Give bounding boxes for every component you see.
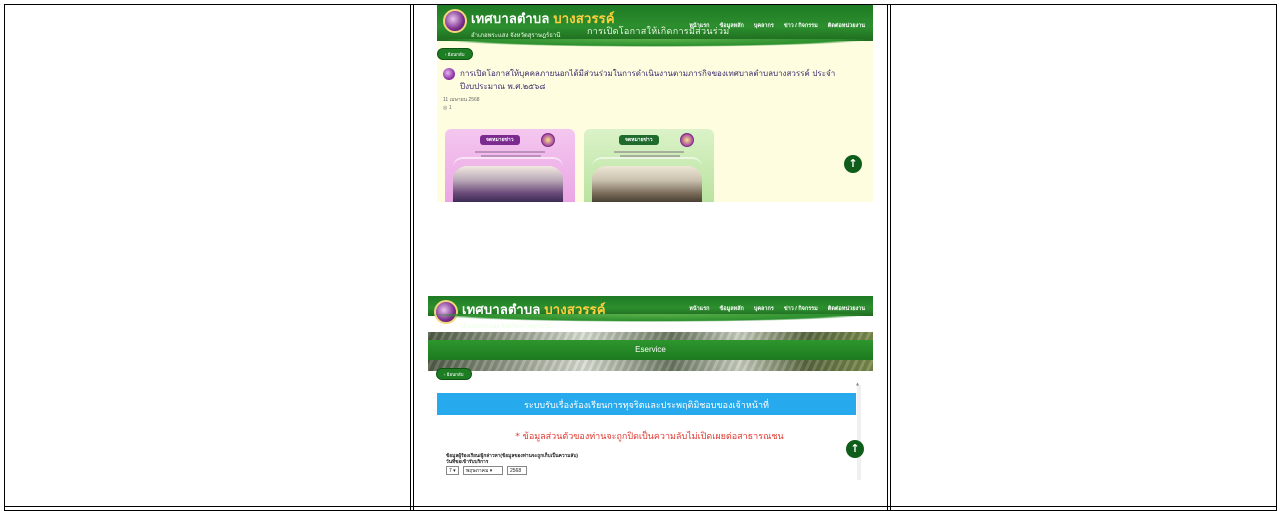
arrow-up-icon[interactable]: ↑	[844, 155, 862, 173]
newsletter-photo	[453, 166, 563, 202]
service-date-label: วันที่ขอเข้ารับบริการ	[446, 460, 489, 465]
section-title-bar: Eservice	[428, 340, 873, 360]
table-column-divider	[890, 5, 891, 510]
brand-highlight: บางสวรรค์	[544, 302, 606, 317]
newsletter-tag: จดหมายข่าว	[480, 135, 520, 145]
card-text-line	[614, 151, 684, 153]
site-header: เทศบาลตำบล บางสวรรค์ อำเภอพระแสง จังหวัด…	[437, 5, 873, 47]
table-column-divider	[887, 5, 888, 510]
nav-staff[interactable]: บุคลากร	[754, 305, 774, 313]
table-row-divider	[5, 506, 1276, 507]
site-brand[interactable]: เทศบาลตำบล บางสวรรค์ อำเภอพระแสง จังหวัด…	[462, 299, 606, 331]
screenshot-participation-page: เทศบาลตำบล บางสวรรค์ อำเภอพระแสง จังหวัด…	[437, 5, 873, 202]
table-column-divider	[413, 5, 414, 510]
table-column-divider	[410, 5, 411, 510]
brand-subtitle: อำเภอพระแสง จังหวัดสุราษฎร์ธานี	[462, 324, 552, 330]
main-nav: หน้าแรก ข้อมูลหลัก บุคลากร ข่าว / กิจกรร…	[689, 305, 865, 313]
back-button[interactable]: ‹ ย้อนกลับ	[436, 368, 472, 380]
article-entry[interactable]: การเปิดโอกาสให้บุคคลภายนอกได้มีส่วนร่วมใ…	[443, 67, 867, 111]
form-scrollbar[interactable]	[856, 381, 861, 480]
newsletter-photo	[592, 166, 702, 202]
brand-name: เทศบาลตำบล	[462, 302, 541, 317]
document-table: เทศบาลตำบล บางสวรรค์ อำเภอพระแสง จังหวัด…	[4, 4, 1277, 511]
municipality-logo[interactable]	[443, 9, 467, 33]
newsletter-card[interactable]: จดหมายข่าว	[445, 129, 575, 202]
article-view-count: ◎ 1	[443, 105, 452, 111]
seal-icon	[541, 133, 555, 147]
form-heading: ระบบรับเรื่องร้องเรียนการทุจริตและประพฤต…	[524, 401, 769, 411]
card-text-line	[475, 151, 545, 153]
year-input[interactable]: 2568	[507, 466, 527, 475]
newsletter-tag: จดหมายข่าว	[619, 135, 659, 145]
nav-contact[interactable]: ติดต่อหน่วยงาน	[828, 305, 865, 313]
nav-news[interactable]: ข่าว / กิจกรรม	[784, 22, 818, 30]
seal-icon	[680, 133, 694, 147]
nav-news[interactable]: ข่าว / กิจกรรม	[784, 305, 818, 313]
nav-staff[interactable]: บุคลากร	[754, 22, 774, 30]
day-select[interactable]: 7 ▾	[446, 466, 459, 475]
page-title: การเปิดโอกาสให้เกิดการมีส่วนร่วม	[587, 26, 730, 36]
nav-home[interactable]: หน้าแรก	[689, 305, 709, 313]
article-title[interactable]: การเปิดโอกาสให้บุคคลภายนอกได้มีส่วนร่วมใ…	[460, 67, 867, 93]
brand-name: เทศบาลตำบล	[471, 11, 550, 26]
article-bullet-icon	[443, 68, 455, 80]
day-value: 7	[449, 468, 452, 474]
municipality-logo[interactable]	[434, 300, 458, 324]
article-date: 11 เมษายน 2568	[443, 97, 480, 103]
arrow-up-icon[interactable]: ↑	[846, 440, 864, 458]
back-button[interactable]: ‹ ย้อนกลับ	[437, 48, 473, 60]
form-heading-bar: ระบบรับเรื่องร้องเรียนการทุจริตและประพฤต…	[437, 393, 856, 415]
privacy-note: * ข้อมูลส่วนตัวของท่านจะถูกปิดเป็นความลั…	[515, 432, 784, 442]
screenshot-eservice-page: เทศบาลตำบล บางสวรรค์ อำเภอพระแสง จังหวัด…	[428, 296, 873, 488]
month-value: พฤษภาคม	[466, 468, 489, 474]
month-select[interactable]: พฤษภาคม ▾	[463, 466, 503, 475]
site-header: เทศบาลตำบล บางสวรรค์ อำเภอพระแสง จังหวัด…	[428, 296, 873, 330]
newsletter-card[interactable]: จดหมายข่าว	[584, 129, 714, 202]
section-title: Eservice	[635, 345, 666, 354]
nav-contact[interactable]: ติดต่อหน่วยงาน	[828, 22, 865, 30]
nav-info[interactable]: ข้อมูลหลัก	[720, 305, 744, 313]
